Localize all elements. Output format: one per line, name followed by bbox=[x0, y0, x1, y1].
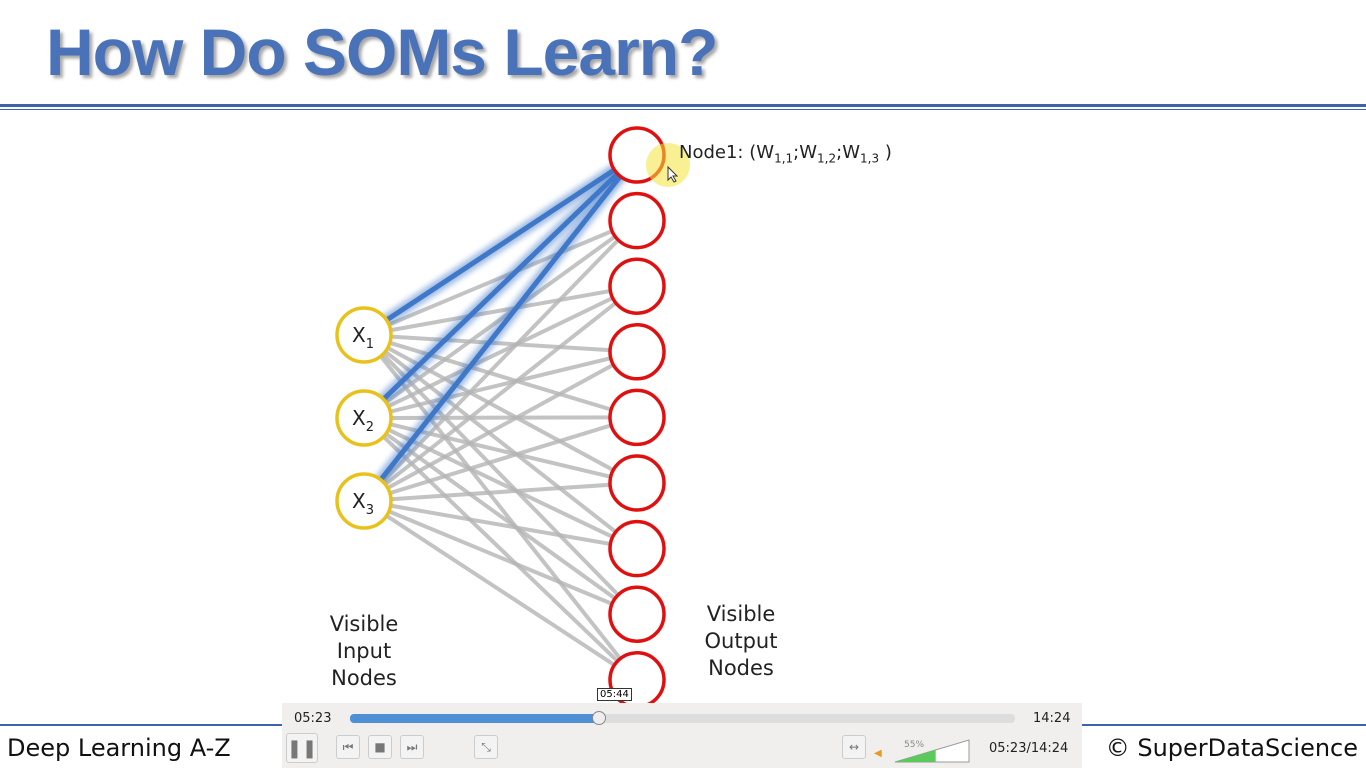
stop-icon: ■ bbox=[374, 740, 386, 754]
som-diagram: X1X2X3 bbox=[335, 126, 690, 709]
seek-progress bbox=[350, 714, 599, 723]
time-display: 05:23/14:24 bbox=[989, 741, 1069, 756]
input-caption: Visible Input Nodes bbox=[329, 612, 399, 690]
output-node bbox=[608, 388, 666, 447]
output-node bbox=[608, 191, 666, 250]
pause-button[interactable]: ❚❚ bbox=[286, 733, 318, 763]
course-name: Deep Learning A-Z bbox=[7, 734, 231, 762]
seek-handle[interactable] bbox=[591, 711, 606, 725]
duration: 14:24 bbox=[1033, 711, 1071, 726]
fullscreen-exit-icon: ⤡ bbox=[481, 739, 491, 754]
output-node bbox=[608, 323, 666, 381]
output-node bbox=[608, 257, 666, 315]
node1-weights-label: Node1: (W1,1;W1,2;W1,3 ) bbox=[679, 142, 892, 166]
elapsed-time: 05:23 bbox=[294, 711, 332, 726]
connection-line bbox=[363, 481, 638, 503]
previous-button[interactable]: ⏮ bbox=[336, 735, 360, 759]
next-icon: ⏭ bbox=[406, 739, 418, 754]
volume-percent: 55% bbox=[904, 740, 925, 750]
output-node bbox=[608, 585, 666, 643]
connection-line bbox=[363, 415, 638, 420]
next-button[interactable]: ⏭ bbox=[400, 735, 424, 759]
stop-button[interactable]: ■ bbox=[368, 735, 392, 759]
pause-icon: ❚❚ bbox=[286, 737, 318, 759]
volume-icon[interactable]: ◀ bbox=[874, 748, 882, 759]
previous-icon: ⏮ bbox=[342, 739, 354, 754]
video-player-controls: 05:23 05:44 14:24 ❚❚ ⏮ ■ ⏭ ⤡ ↔ ◀ 55% 05:… bbox=[282, 688, 1082, 768]
seek-tooltip: 05:44 bbox=[597, 688, 632, 701]
copyright: © SuperDataScience bbox=[1105, 734, 1358, 762]
fullscreen-exit-button[interactable]: ⤡ bbox=[474, 735, 498, 759]
seek-bar[interactable] bbox=[350, 711, 1015, 725]
output-caption: Visible Output Nodes bbox=[704, 602, 778, 680]
output-node bbox=[608, 519, 666, 578]
active-connection-line bbox=[362, 153, 639, 420]
loop-icon: ↔ bbox=[848, 740, 860, 754]
loop-button[interactable]: ↔ bbox=[842, 735, 866, 759]
output-node bbox=[608, 454, 666, 512]
